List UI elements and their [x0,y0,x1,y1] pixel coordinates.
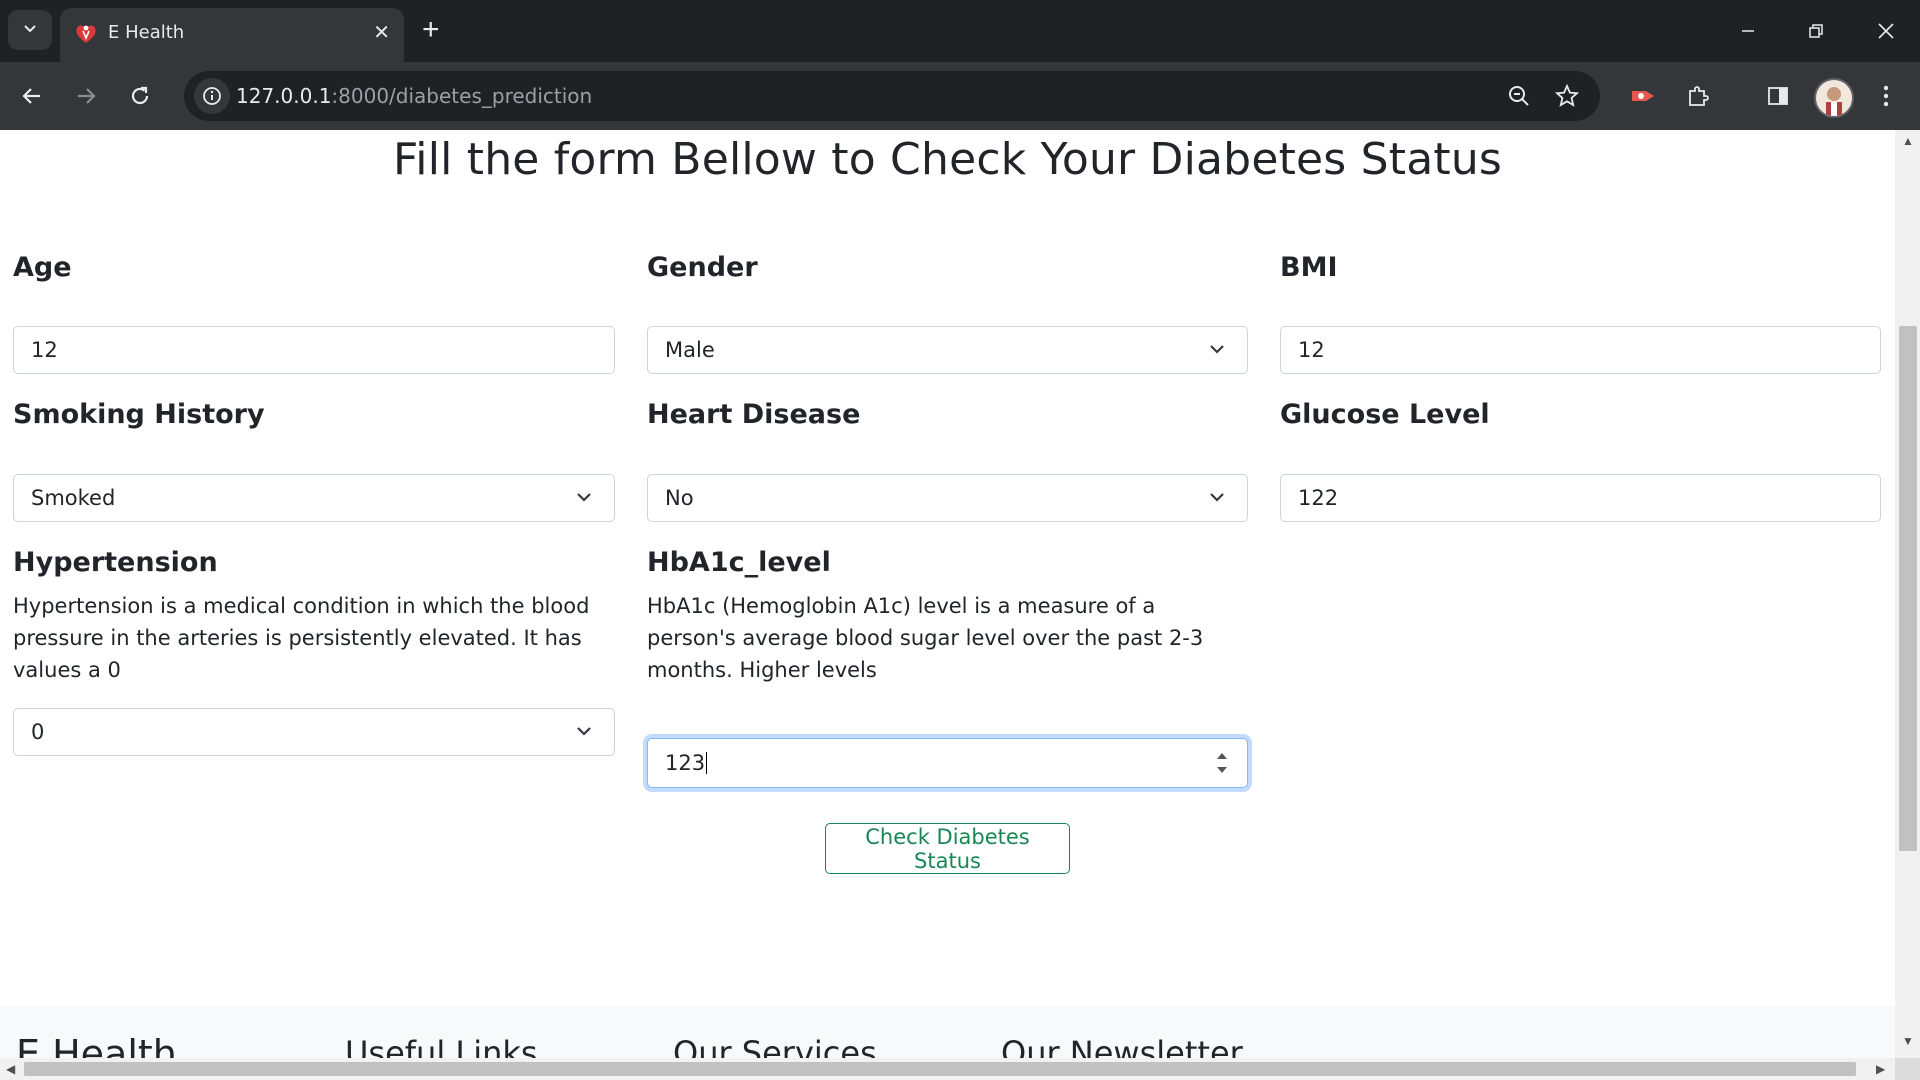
horizontal-scroll-thumb[interactable] [24,1062,1856,1076]
scrollbar-corner [1895,1058,1920,1080]
new-tab-plus-icon[interactable]: + [422,12,440,48]
footer-our-services-heading: Our Services [673,1034,877,1058]
tab-title: E Health [108,22,185,43]
scroll-right-arrow-icon[interactable]: ▶ [1876,1062,1885,1076]
scroll-down-arrow-icon[interactable]: ▼ [1902,1034,1914,1048]
chevron-down-icon [574,487,594,507]
age-input[interactable]: 12 [13,326,615,374]
heart-disease-select[interactable]: No [647,474,1248,522]
back-arrow-icon[interactable] [14,78,50,114]
age-value: 12 [31,338,58,362]
gender-value: Male [665,338,715,362]
chevron-down-icon [1207,487,1227,507]
profile-avatar[interactable] [1814,78,1854,118]
page-viewport: Fill the form Bellow to Check Your Diabe… [0,130,1895,1058]
extension-record-icon[interactable] [1626,78,1662,114]
heart-disease-value: No [665,486,694,510]
url-host: 127.0.0.1 [236,84,332,108]
chevron-down-icon [574,721,594,741]
bmi-value: 12 [1298,338,1325,362]
heart-disease-label: Heart Disease [647,399,861,430]
minimize-icon[interactable] [1714,0,1782,62]
page-title: Fill the form Bellow to Check Your Diabe… [392,134,1503,185]
browser-tab-bar: E Health ✕ + [0,0,1920,62]
side-panel-icon[interactable] [1760,78,1796,114]
hba1c-level-input[interactable]: 123 [647,738,1248,788]
tab-search-button[interactable] [8,10,52,50]
hba1c-level-description: HbA1c (Hemoglobin A1c) level is a measur… [647,594,1204,682]
number-spinner-icon[interactable] [1213,748,1231,778]
reload-icon[interactable] [122,78,158,114]
url-path: :8000/diabetes_prediction [331,84,593,108]
footer-useful-links-heading: Useful Links [345,1034,538,1058]
glucose-level-input[interactable]: 122 [1280,474,1881,522]
age-label: Age [13,252,72,283]
bmi-input[interactable]: 12 [1280,326,1881,374]
bookmark-star-icon[interactable] [1552,81,1582,111]
forward-arrow-icon[interactable] [68,78,104,114]
close-icon[interactable]: ✕ [373,20,390,45]
hypertension-label: Hypertension [13,547,218,578]
hypertension-select[interactable]: 0 [13,708,615,756]
browser-tab[interactable]: E Health ✕ [60,8,404,62]
scroll-left-arrow-icon[interactable]: ◀ [6,1062,15,1076]
browser-toolbar: 127.0.0.1:8000/diabetes_prediction [0,62,1920,130]
smoking-history-select[interactable]: Smoked [13,474,615,522]
glucose-level-label: Glucose Level [1280,399,1490,430]
address-bar[interactable]: 127.0.0.1:8000/diabetes_prediction [184,71,1600,121]
smoking-history-value: Smoked [31,486,116,510]
site-info-icon[interactable] [194,78,230,114]
zoom-icon[interactable] [1504,81,1534,111]
hba1c-level-value: 123 [665,751,708,775]
chevron-down-icon [22,20,38,41]
extensions-puzzle-icon[interactable] [1680,78,1716,114]
heart-logo-icon [74,22,98,46]
hba1c-level-label: HbA1c_level [647,547,831,578]
hypertension-value: 0 [31,720,45,744]
check-diabetes-status-button[interactable]: Check Diabetes Status [825,823,1070,874]
window-close-icon[interactable] [1852,0,1920,62]
gender-select[interactable]: Male [647,326,1248,374]
footer-newsletter-heading: Our Newsletter [1001,1034,1243,1058]
hypertension-description: Hypertension is a medical condition in w… [13,594,590,682]
url-text: 127.0.0.1:8000/diabetes_prediction [236,84,592,108]
footer-brand: E Health [16,1032,177,1058]
hba1c-level-text: 123 [665,751,706,775]
restore-icon[interactable] [1782,0,1850,62]
vertical-scroll-thumb[interactable] [1899,326,1917,851]
glucose-level-value: 122 [1298,486,1339,510]
footer: E Health Useful Links Our Services Our N… [0,1006,1895,1058]
gender-label: Gender [647,252,758,283]
scroll-up-arrow-icon[interactable]: ▲ [1902,134,1914,148]
bmi-label: BMI [1280,252,1338,283]
menu-kebab-icon[interactable] [1868,78,1904,114]
chevron-down-icon [1207,339,1227,359]
text-caret [706,752,708,774]
smoking-history-label: Smoking History [13,399,265,430]
